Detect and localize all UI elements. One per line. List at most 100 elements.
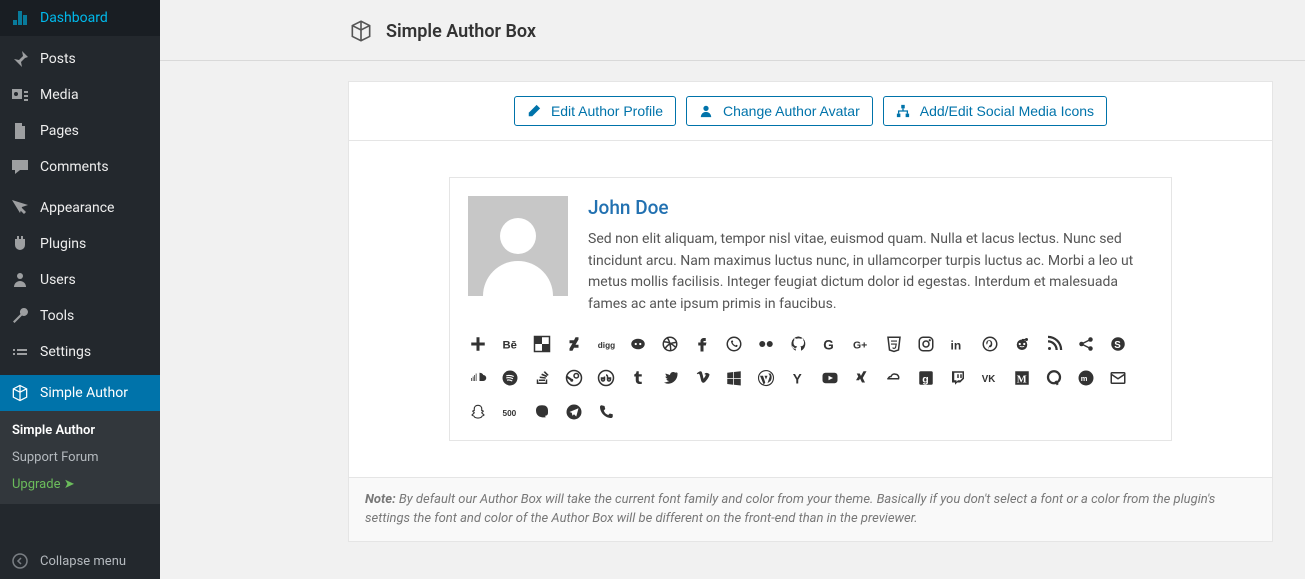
rss-icon[interactable] xyxy=(1044,334,1064,354)
menu-label: Tools xyxy=(40,308,74,324)
menu-label: Plugins xyxy=(40,236,86,252)
menu-label: Users xyxy=(40,272,76,288)
addthis-icon[interactable] xyxy=(468,334,488,354)
flickr-icon[interactable] xyxy=(756,334,776,354)
author-name[interactable]: John Doe xyxy=(588,196,1153,219)
steam-icon[interactable] xyxy=(564,368,584,388)
submenu-upgrade[interactable]: Upgrade ➤ xyxy=(0,471,160,498)
menu-media[interactable]: Media xyxy=(0,77,160,113)
spotify-icon[interactable] xyxy=(500,368,520,388)
appearance-icon xyxy=(10,198,30,218)
telegram-icon[interactable] xyxy=(564,402,584,422)
svg-text:G: G xyxy=(823,337,834,352)
author-box: John Doe Sed non elit aliquam, tempor ni… xyxy=(449,177,1172,441)
deviantart-icon[interactable] xyxy=(564,334,584,354)
collapse-label: Collapse menu xyxy=(40,554,126,569)
vk-icon[interactable]: VK xyxy=(980,368,1000,388)
menu-label: Settings xyxy=(40,344,91,360)
svg-text:Bē: Bē xyxy=(503,339,517,351)
medium-icon[interactable]: M xyxy=(1012,368,1032,388)
preview-area: John Doe Sed non elit aliquam, tempor ni… xyxy=(349,141,1272,477)
facebook-icon[interactable] xyxy=(692,334,712,354)
submenu-simple-author[interactable]: Simple Author xyxy=(0,417,160,444)
pin-icon xyxy=(10,49,30,69)
menu-label: Pages xyxy=(40,123,79,139)
svg-text:g: g xyxy=(922,373,928,385)
vimeo-icon[interactable] xyxy=(692,368,712,388)
500px-icon[interactable]: 500 xyxy=(500,402,520,422)
mastodon-icon[interactable] xyxy=(532,402,552,422)
edit-author-profile-button[interactable]: Edit Author Profile xyxy=(514,96,676,126)
collapse-menu[interactable]: Collapse menu xyxy=(0,543,160,579)
soundcloud-icon[interactable] xyxy=(468,368,488,388)
skype-icon[interactable]: S xyxy=(1108,334,1128,354)
mixcloud-icon[interactable] xyxy=(884,368,904,388)
digg-icon[interactable]: digg xyxy=(596,334,616,354)
menu-users[interactable]: Users xyxy=(0,262,160,298)
pinterest-icon[interactable] xyxy=(980,334,1000,354)
menu-appearance[interactable]: Appearance xyxy=(0,190,160,226)
add-edit-social-button[interactable]: Add/Edit Social Media Icons xyxy=(883,96,1107,126)
pages-icon xyxy=(10,121,30,141)
googleplus-icon[interactable]: G+ xyxy=(852,334,872,354)
goodreads-icon[interactable]: g xyxy=(916,368,936,388)
dribbble-icon[interactable] xyxy=(660,334,680,354)
button-label: Change Author Avatar xyxy=(723,103,860,119)
menu-dashboard[interactable]: Dashboard xyxy=(0,0,160,36)
menu-tools[interactable]: Tools xyxy=(0,298,160,334)
twitch-icon[interactable] xyxy=(948,368,968,388)
menu-plugins[interactable]: Plugins xyxy=(0,226,160,262)
stackoverflow-icon[interactable] xyxy=(532,368,552,388)
email-icon[interactable] xyxy=(1108,368,1128,388)
instagram-icon[interactable] xyxy=(916,334,936,354)
snapchat-icon[interactable] xyxy=(468,402,488,422)
svg-text:in: in xyxy=(951,338,962,352)
svg-text:S: S xyxy=(1114,340,1121,351)
discord-icon[interactable] xyxy=(628,334,648,354)
menu-pages[interactable]: Pages xyxy=(0,113,160,149)
stumbleupon-icon[interactable] xyxy=(596,368,616,388)
google-icon[interactable]: G xyxy=(820,334,840,354)
author-avatar xyxy=(468,196,568,296)
github-icon[interactable] xyxy=(788,334,808,354)
menu-label: Appearance xyxy=(40,200,114,216)
svg-text:Y: Y xyxy=(793,371,802,386)
html5-icon[interactable] xyxy=(884,334,904,354)
behance-icon[interactable]: Bē xyxy=(500,334,520,354)
reddit-icon[interactable] xyxy=(1012,334,1032,354)
page-header: Simple Author Box xyxy=(160,0,1305,61)
menu-settings[interactable]: Settings xyxy=(0,334,160,370)
submenu: Simple Author Support Forum Upgrade ➤ xyxy=(0,411,160,504)
svg-text:VK: VK xyxy=(982,374,996,385)
menu-posts[interactable]: Posts xyxy=(0,41,160,77)
plugin-logo-icon xyxy=(348,18,374,44)
wordpress-icon[interactable] xyxy=(756,368,776,388)
menu-label: Comments xyxy=(40,159,109,175)
phone-icon[interactable] xyxy=(596,402,616,422)
xing-icon[interactable] xyxy=(852,368,872,388)
simple-author-icon xyxy=(10,383,30,403)
quora-icon[interactable] xyxy=(1044,368,1064,388)
menu-label: Media xyxy=(40,87,79,103)
submenu-support-forum[interactable]: Support Forum xyxy=(0,444,160,471)
sitemap-icon xyxy=(896,104,910,118)
twitter-icon[interactable] xyxy=(660,368,680,388)
author-bio: Sed non elit aliquam, tempor nisl vitae,… xyxy=(588,229,1153,316)
change-author-avatar-button[interactable]: Change Author Avatar xyxy=(686,96,873,126)
comments-icon xyxy=(10,157,30,177)
whatsapp-icon[interactable] xyxy=(724,334,744,354)
meetup-icon[interactable]: m xyxy=(1076,368,1096,388)
menu-comments[interactable]: Comments xyxy=(0,149,160,185)
linkedin-icon[interactable]: in xyxy=(948,334,968,354)
users-icon xyxy=(10,270,30,290)
media-icon xyxy=(10,85,30,105)
delicious-icon[interactable] xyxy=(532,334,552,354)
sharethis-icon[interactable] xyxy=(1076,334,1096,354)
menu-simple-author[interactable]: Simple Author xyxy=(0,375,160,411)
yahoo-icon[interactable]: Y xyxy=(788,368,808,388)
svg-text:m: m xyxy=(1081,374,1088,383)
youtube-icon[interactable] xyxy=(820,368,840,388)
tumblr-icon[interactable] xyxy=(628,368,648,388)
action-buttons: Edit Author Profile Change Author Avatar… xyxy=(349,82,1272,141)
windows-icon[interactable] xyxy=(724,368,744,388)
